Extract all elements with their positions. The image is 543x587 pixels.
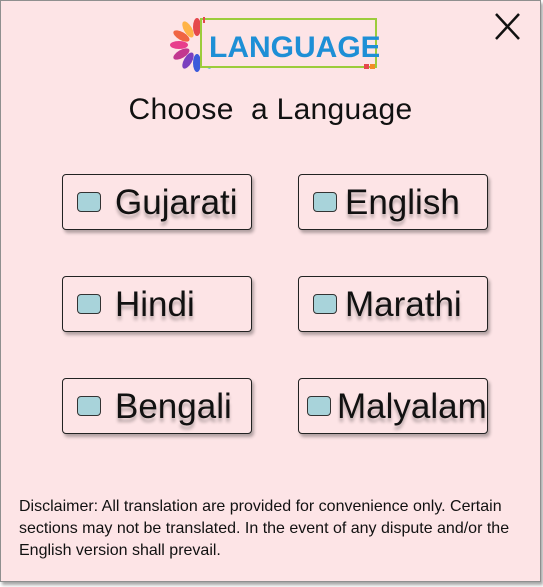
- language-label: English: [345, 183, 460, 222]
- language-logo: LANGUAGE: [167, 15, 381, 75]
- language-option-hindi[interactable]: Hindi: [62, 276, 252, 332]
- language-label: Gujarati: [115, 183, 238, 222]
- language-checkbox[interactable]: [313, 294, 337, 314]
- language-option-marathi[interactable]: Marathi: [298, 276, 488, 332]
- language-option-malyalam[interactable]: Malyalam: [298, 378, 488, 434]
- language-label: Bengali: [115, 387, 232, 426]
- language-checkbox[interactable]: [77, 294, 101, 314]
- disclaimer-text: Disclaimer: All translation are provided…: [19, 498, 510, 559]
- language-option-english[interactable]: English: [298, 174, 488, 230]
- dialog-title: Choose a Language: [128, 93, 413, 126]
- language-label: Malyalam: [337, 387, 487, 426]
- language-option-gujarati[interactable]: Gujarati: [62, 174, 252, 230]
- language-checkbox[interactable]: [77, 396, 101, 416]
- logo-text: LANGUAGE: [209, 31, 379, 64]
- language-checkbox[interactable]: [307, 396, 331, 416]
- language-checkbox[interactable]: [77, 192, 101, 212]
- language-dialog: LANGUAGE Choose a Language Gujarati Engl…: [0, 0, 541, 582]
- language-checkbox[interactable]: [313, 192, 337, 212]
- close-icon: [495, 13, 520, 40]
- mandala-logo-icon: LANGUAGE: [170, 17, 381, 72]
- language-label: Marathi: [345, 285, 462, 324]
- close-button[interactable]: [489, 7, 529, 47]
- language-label: Hindi: [115, 285, 195, 324]
- language-option-bengali[interactable]: Bengali: [62, 378, 252, 434]
